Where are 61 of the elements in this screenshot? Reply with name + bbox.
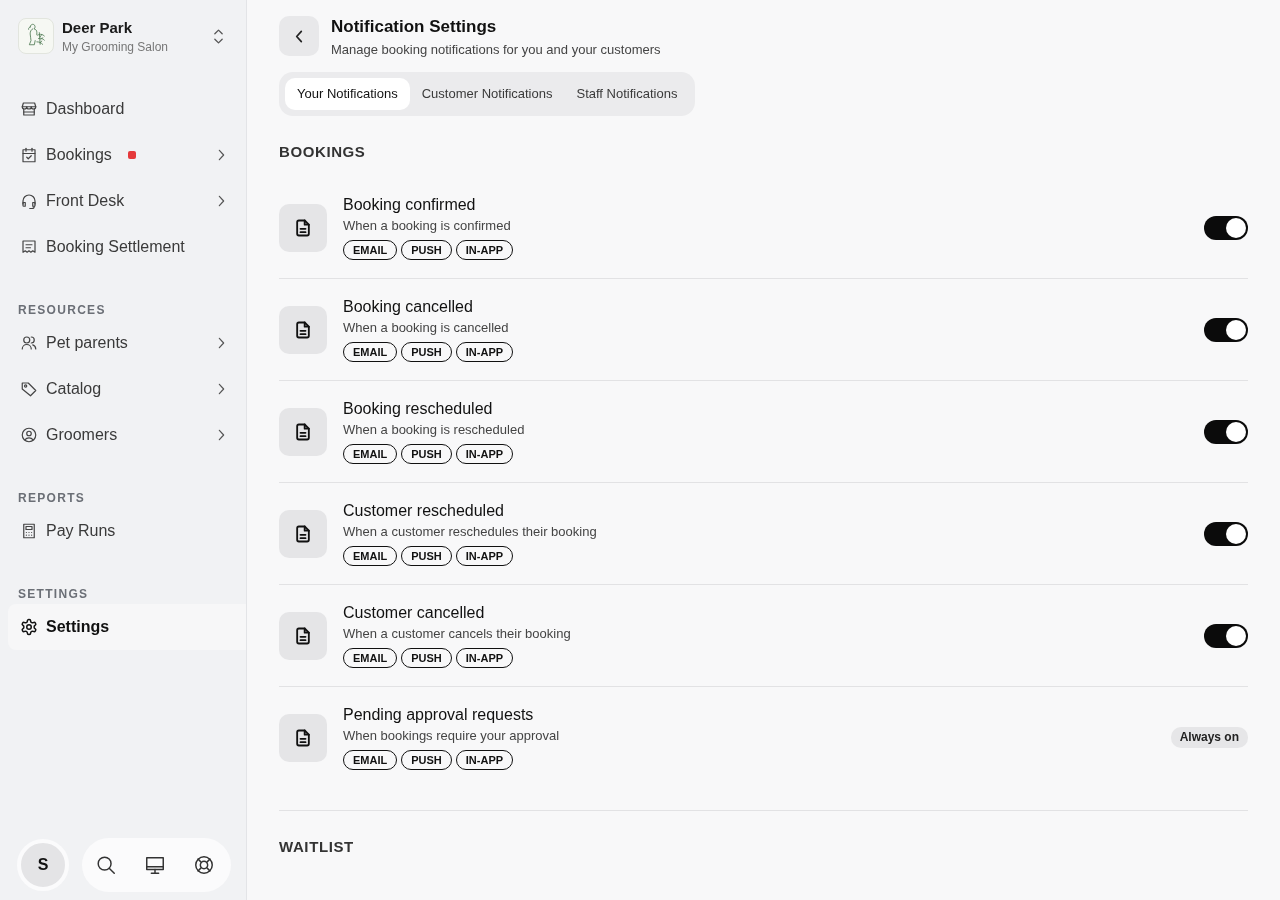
nav-item[interactable]: Front Desk <box>8 178 246 224</box>
dog-logo-icon <box>18 18 54 54</box>
tab[interactable]: Staff Notifications <box>564 78 690 110</box>
notification-description: When a customer reschedules their booking <box>343 523 598 541</box>
tab[interactable]: Your Notifications <box>285 78 410 110</box>
notification-description: When a booking is cancelled <box>343 319 510 337</box>
workspace-name: Deer Park <box>62 17 134 37</box>
nav-item[interactable]: Groomers <box>8 412 246 458</box>
toggle-switch[interactable] <box>1204 317 1248 342</box>
chevron-up-down-icon[interactable] <box>213 26 224 46</box>
toggle-switch[interactable] <box>1204 419 1248 444</box>
calendar-check-icon <box>20 146 38 164</box>
calculator-icon <box>20 522 38 540</box>
store-icon <box>20 100 38 118</box>
notification-title: Pending approval requests <box>343 705 535 725</box>
user-circle-icon <box>20 426 38 444</box>
settings-icon <box>20 618 38 636</box>
section-heading: BOOKINGS <box>279 142 367 162</box>
notification-description: When a booking is confirmed <box>343 217 512 235</box>
search-icon[interactable] <box>95 854 117 876</box>
section-label: REPORTS <box>17 490 87 506</box>
section-label: SETTINGS <box>17 586 90 602</box>
page-subtitle: Manage booking notifications for you and your customers <box>331 41 661 59</box>
document-icon <box>279 611 327 660</box>
receipt-icon <box>20 238 38 256</box>
lifebuoy-icon[interactable] <box>193 854 215 876</box>
document-icon <box>279 713 327 762</box>
notification-title: Booking confirmed <box>343 195 477 215</box>
notification-title: Booking cancelled <box>343 297 474 317</box>
toggle-switch[interactable] <box>1204 623 1248 648</box>
nav-item[interactable]: Bookings <box>8 132 246 178</box>
tab[interactable]: Customer Notifications <box>409 78 565 110</box>
notification-title: Customer rescheduled <box>343 501 505 521</box>
nav-item[interactable]: Pay Runs <box>8 508 246 554</box>
headset-icon <box>20 192 38 210</box>
nav-item[interactable]: Pet parents <box>8 320 246 366</box>
nav-item[interactable]: Catalog <box>8 366 246 412</box>
notification-description: When a booking is rescheduled <box>343 421 526 439</box>
user-avatar[interactable]: S <box>17 839 69 891</box>
nav-item[interactable]: Settings <box>8 604 246 650</box>
notification-title: Booking rescheduled <box>343 399 494 419</box>
document-icon <box>279 203 327 252</box>
status-badge: Always on <box>1170 727 1248 748</box>
page-title: Notification Settings <box>331 16 498 38</box>
chevron-left-icon <box>295 29 303 43</box>
notification-description: When a customer cancels their booking <box>343 625 572 643</box>
monitor-icon[interactable] <box>144 854 166 876</box>
toggle-switch[interactable] <box>1204 215 1248 240</box>
nav-item[interactable]: Booking Settlement <box>8 224 246 270</box>
nav-item[interactable]: Dashboard <box>8 86 246 132</box>
document-icon <box>279 509 327 558</box>
users-icon <box>20 334 38 352</box>
workspace-subtitle: My Grooming Salon <box>62 38 170 55</box>
notification-description: When bookings require your approval <box>343 727 561 745</box>
toggle-switch[interactable] <box>1204 521 1248 546</box>
notification-title: Customer cancelled <box>343 603 486 623</box>
section-heading: WAITLIST <box>279 837 355 857</box>
document-icon <box>279 305 327 354</box>
section-label: RESOURCES <box>17 302 107 318</box>
tag-icon <box>20 380 38 398</box>
document-icon <box>279 407 327 456</box>
